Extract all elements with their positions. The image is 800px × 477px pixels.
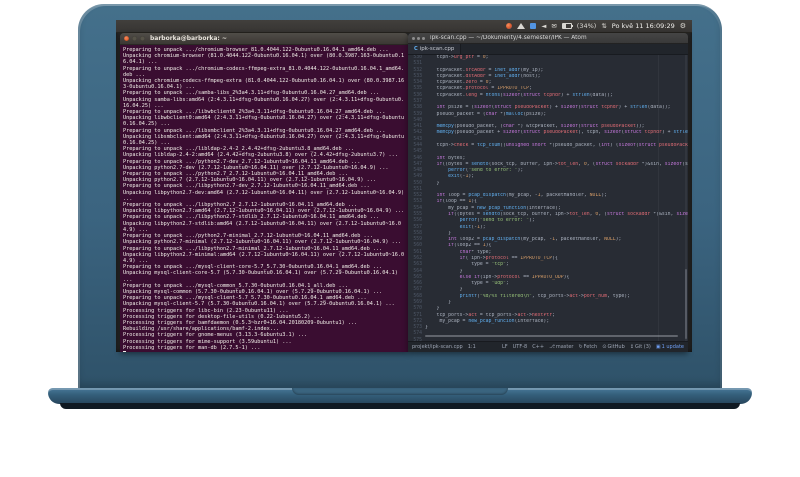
- status-item-git-3-[interactable]: ↕ Git (3): [630, 344, 651, 350]
- battery-label: (34%): [576, 22, 597, 30]
- close-button[interactable]: [124, 36, 129, 41]
- status-item-c--label: C++: [532, 344, 545, 350]
- sync-arrows-icon[interactable]: ⇅: [601, 23, 606, 30]
- status-cursor-position[interactable]: 1:1: [468, 344, 476, 350]
- terminal-line: Unpacking libpython2.7-dev:amd64 (2.7.12…: [123, 189, 408, 202]
- terminal-title: barborka@barborka: ~: [150, 35, 227, 42]
- minimize-button[interactable]: [132, 36, 137, 41]
- terminal-line: Preparing to unpack .../libpython2.7-std…: [123, 214, 380, 221]
- terminal-cursor: [123, 350, 126, 352]
- status-item-fetch-icon: ↻: [578, 344, 583, 350]
- status-item-github-icon: ⊙: [602, 344, 607, 350]
- session-gear-icon[interactable]: ⚙: [680, 22, 686, 30]
- status-item-git-3--icon: ↕: [629, 344, 634, 350]
- status-item-utf-8[interactable]: UTF-8: [513, 344, 528, 350]
- terminal-line: Unpacking chromium-browser (81.0.4044.12…: [123, 53, 405, 66]
- terminal-line: Preparing to unpack .../chromium-codecs-…: [123, 65, 405, 78]
- vertical-scrollbar[interactable]: [685, 55, 687, 341]
- atom-title: ipk-scan.cpp — ~/Dokumenty/4.semester/IP…: [430, 35, 587, 41]
- laptop-base-notch: [292, 388, 508, 395]
- laptop-base: [48, 388, 752, 404]
- laptop-mockup: ◄ ✉ (34%) ⇅ Po kvě 11 16:09:29 ⚙ barborka@b…: [0, 0, 800, 477]
- terminal-line: Preparing to unpack .../libpython2.7-dev…: [123, 183, 370, 190]
- status-item-1-update[interactable]: ▣ 1 update: [656, 344, 684, 350]
- status-item-master-label: master: [555, 344, 574, 350]
- desktop-screen: ◄ ✉ (34%) ⇅ Po kvě 11 16:09:29 ⚙ barborka@b…: [116, 20, 692, 352]
- status-item-github-label: GitHub: [607, 344, 625, 350]
- status-right: LF UTF-8 C++ ⎇ master ↻ Fetch ⊙ GitHub ↕ Git (3) ▣ 1…: [502, 344, 684, 350]
- line-number: 575: [413, 337, 422, 341]
- tab-bar: C ipk-scan.cpp: [408, 44, 688, 55]
- terminal-titlebar[interactable]: barborka@barborka: ~: [120, 33, 408, 45]
- maximize-button[interactable]: [140, 36, 145, 41]
- terminal-line: Unpacking samba-libs:amd64 (2:4.3.11+dfs…: [123, 96, 405, 109]
- terminal-output[interactable]: Preparing to unpack .../chromium-browser…: [120, 45, 408, 352]
- network-icon[interactable]: [517, 23, 526, 29]
- atom-close-button[interactable]: [412, 36, 415, 40]
- terminal-line: Unpacking mysql-client-core-5.7 (5.7.30-…: [123, 270, 401, 283]
- atom-window: ipk-scan.cpp — ~/Dokumenty/4.semester/IP…: [408, 33, 688, 352]
- terminal-line: Preparing to unpack .../samba-libs_2%3a4…: [123, 90, 380, 97]
- atom-maximize-button[interactable]: [422, 36, 425, 40]
- terminal-line: Unpacking libsmbclient:amd64 (2:4.3.11+d…: [123, 133, 405, 147]
- status-item-fetch-label: Fetch: [583, 344, 598, 350]
- laptop-frame: ◄ ✉ (34%) ⇅ Po kvě 11 16:09:29 ⚙ barborka@b…: [78, 4, 722, 388]
- laptop-base-bottom: [60, 403, 740, 409]
- status-item-utf-8-label: UTF-8: [512, 344, 528, 350]
- status-file-path[interactable]: projekt/ipk-scan.cpp: [412, 344, 463, 350]
- terminal-line: Unpacking libpython2.7-minimal:amd64 (2.…: [123, 251, 405, 264]
- mail-icon[interactable]: ✉: [551, 23, 556, 30]
- code-line: 575: [408, 338, 688, 341]
- status-item-git-3--label: Git (3): [634, 344, 651, 350]
- code-lines: 530 tcph->urg_ptr = 0; 531 532 tcpPacket.s…: [408, 55, 688, 341]
- keyboard-layout-icon[interactable]: [530, 23, 537, 29]
- messaging-icon[interactable]: [506, 23, 513, 29]
- terminal-line: Unpacking mysql-client-5.7 (5.7.30-0ubun…: [123, 301, 395, 308]
- tab-label: ipk-scan.cpp: [419, 46, 455, 52]
- terminal-line: Unpacking libpython2.7-stdlib:amd64 (2.7…: [123, 220, 401, 233]
- status-item-lf-label: LF: [501, 344, 508, 350]
- status-item-lf[interactable]: LF: [502, 344, 508, 350]
- status-item-1-update-icon: ▣: [655, 344, 661, 350]
- status-item-c-[interactable]: C++: [532, 344, 544, 350]
- cpp-file-icon: C: [414, 46, 418, 52]
- atom-minimize-button[interactable]: [417, 36, 420, 40]
- system-tray: ◄ ✉ (34%) ⇅: [506, 22, 607, 30]
- atom-titlebar[interactable]: ipk-scan.cpp — ~/Dokumenty/4.semester/IP…: [408, 33, 688, 44]
- status-bar: projekt/ipk-scan.cpp 1:1 LF UTF-8 C++ ⎇ mast…: [408, 341, 688, 352]
- battery-icon[interactable]: [561, 23, 573, 29]
- panel-clock[interactable]: Po kvě 11 16:09:29: [612, 22, 675, 30]
- terminal-line: Preparing to unpack .../libsmbclient_2%3…: [123, 127, 386, 134]
- editor-pane[interactable]: 530 tcph->urg_ptr = 0; 531 532 tcpPacket.s…: [408, 55, 688, 341]
- status-item-github[interactable]: ⊙ GitHub: [602, 344, 625, 350]
- terminal-line: Unpacking python2.7-minimal (2.7.12-1ubu…: [123, 239, 401, 246]
- status-item-master-icon: ⎇: [549, 344, 555, 350]
- horizontal-scrollbar[interactable]: [425, 335, 678, 337]
- terminal-line: Unpacking libwbclient0:amd64 (2:4.3.11+d…: [123, 115, 405, 128]
- terminal-window: barborka@barborka: ~ Preparing to unpack…: [120, 33, 408, 352]
- terminal-line: Unpacking chromium-codecs-ffmpeg-extra (…: [123, 78, 405, 91]
- status-item-master[interactable]: ⎇ master: [549, 344, 573, 350]
- terminal-line: Unpacking libldap-2.4-2:amd64 (2.4.42+df…: [123, 152, 398, 159]
- status-item-fetch[interactable]: ↻ Fetch: [578, 344, 597, 350]
- volume-icon[interactable]: ◄: [541, 23, 546, 30]
- top-panel: ◄ ✉ (34%) ⇅ Po kvě 11 16:09:29 ⚙: [116, 20, 692, 33]
- status-item-1-update-label: 1 update: [661, 344, 684, 350]
- tab-ipk-scan[interactable]: C ipk-scan.cpp: [408, 44, 462, 54]
- scrollbar-thumb[interactable]: [685, 269, 687, 339]
- terminal-line: Preparing to unpack .../libpython2.7-min…: [123, 245, 383, 252]
- wrap-guide: [658, 55, 659, 341]
